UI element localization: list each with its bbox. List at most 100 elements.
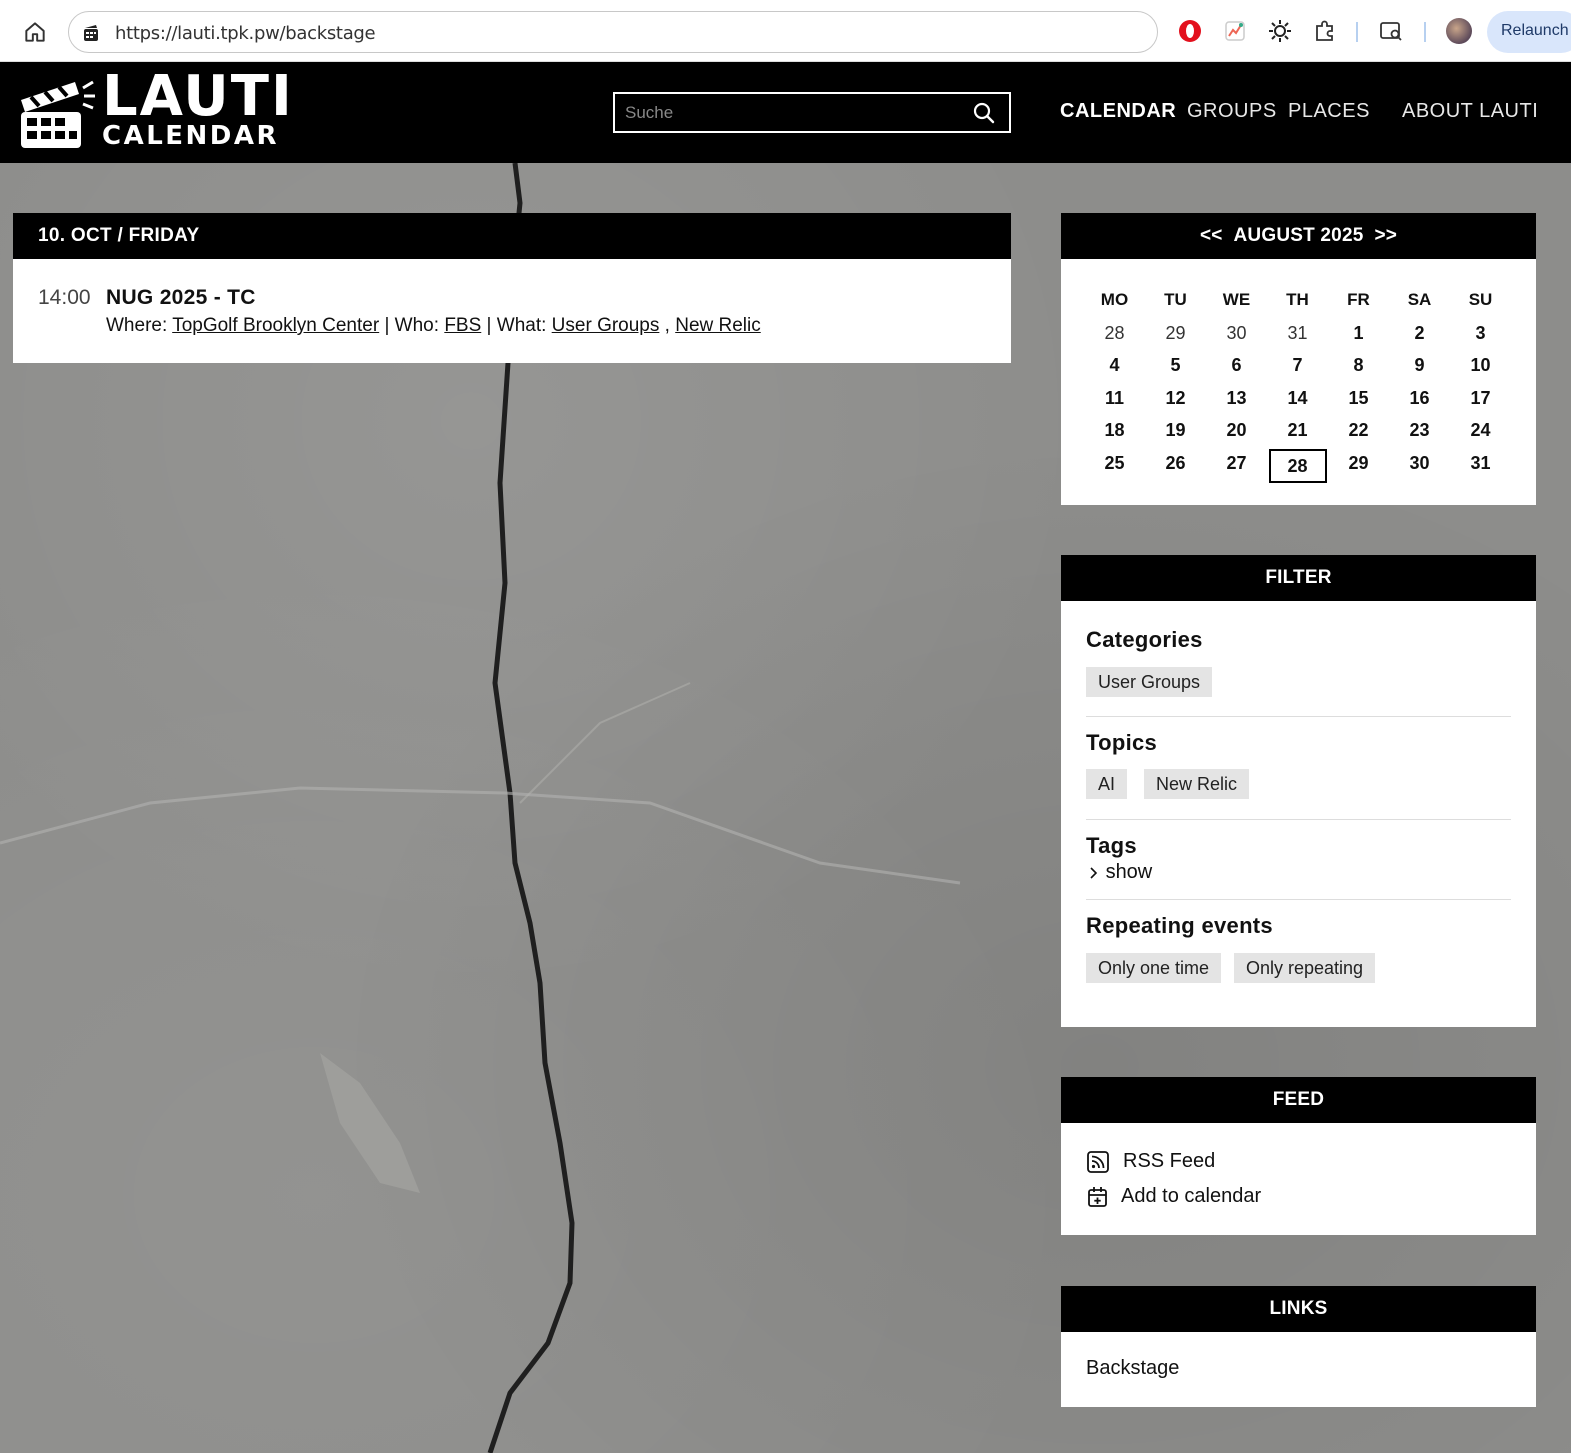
category-chip[interactable]: User Groups: [1086, 667, 1213, 697]
group-link[interactable]: FBS: [444, 315, 481, 336]
opera-extension-icon[interactable]: [1177, 18, 1203, 44]
calendar-logo-icon[interactable]: [17, 76, 97, 150]
nav-calendar[interactable]: CALENDAR: [1060, 100, 1176, 123]
weekday-label: WE: [1222, 290, 1251, 309]
calendar-week: 4 5 6 7 8 9 10: [1084, 350, 1512, 383]
address-bar[interactable]: https://lauti.tpk.pw/backstage: [68, 11, 1158, 53]
topic-chip[interactable]: New Relic: [1144, 769, 1250, 799]
event-meta: Where: TopGolf Brooklyn Center | Who: FB…: [106, 315, 761, 337]
filter-divider: [1086, 716, 1511, 717]
calendar-add-icon: [1088, 1187, 1107, 1207]
calendar-day[interactable]: 20: [1206, 415, 1267, 448]
calendar-day[interactable]: 30: [1389, 448, 1450, 481]
repeat-only-repeating-chip[interactable]: Only repeating: [1234, 953, 1376, 983]
place-link[interactable]: TopGolf Brooklyn Center: [172, 315, 379, 336]
nav-places[interactable]: PLACES: [1288, 100, 1370, 123]
toolbar-separator: [1356, 22, 1358, 42]
calendar-day[interactable]: 29: [1328, 448, 1389, 481]
tags-show-toggle[interactable]: show: [1088, 861, 1152, 884]
calendar-day[interactable]: 11: [1084, 383, 1145, 416]
relaunch-button[interactable]: Relaunch: [1487, 11, 1571, 53]
calendar-day[interactable]: 22: [1328, 415, 1389, 448]
home-icon[interactable]: [22, 19, 48, 45]
topic-chip[interactable]: AI: [1086, 769, 1128, 799]
weekday-label: TH: [1286, 290, 1309, 309]
extensions-puzzle-icon[interactable]: [1312, 18, 1338, 44]
calendar-day[interactable]: 2: [1389, 318, 1450, 351]
logo-subtitle[interactable]: CALENDAR: [102, 123, 279, 149]
categories-title: Categories: [1086, 627, 1203, 652]
calendar-day[interactable]: 12: [1145, 383, 1206, 416]
calendar-day[interactable]: 15: [1328, 383, 1389, 416]
calendar-day[interactable]: 3: [1450, 318, 1511, 351]
calendar-day[interactable]: 10: [1450, 350, 1511, 383]
calendar-day[interactable]: 13: [1206, 383, 1267, 416]
calendar-day[interactable]: 7: [1267, 350, 1328, 383]
calendar-day[interactable]: 27: [1206, 448, 1267, 481]
calendar-day[interactable]: 17: [1450, 383, 1511, 416]
feed-header: FEED: [1061, 1077, 1536, 1123]
topic-link[interactable]: New Relic: [675, 315, 761, 336]
calendar-day[interactable]: 14: [1267, 383, 1328, 416]
weekday-label: SA: [1407, 290, 1432, 309]
calendar-day[interactable]: 19: [1145, 415, 1206, 448]
calendar-day[interactable]: 31: [1267, 318, 1328, 351]
rss-feed-link[interactable]: RSS Feed: [1086, 1150, 1286, 1176]
calendar-day-today[interactable]: 28: [1267, 448, 1328, 483]
calendar-day[interactable]: 25: [1084, 448, 1145, 481]
feed-body: [1061, 1123, 1536, 1235]
chevron-right-icon: [1090, 867, 1098, 879]
calendar-day[interactable]: 29: [1145, 318, 1206, 351]
site-calendar-icon[interactable]: [81, 23, 101, 43]
calendar-day[interactable]: 1: [1328, 318, 1389, 351]
event-time: 14:00: [38, 286, 91, 309]
calendar-week: 11 12 13 14 15 16 17: [1084, 383, 1512, 416]
who-label: | Who:: [384, 315, 440, 336]
profile-avatar[interactable]: [1446, 18, 1472, 44]
sun-extension-icon[interactable]: [1267, 18, 1293, 44]
calendar-day[interactable]: 6: [1206, 350, 1267, 383]
category-link[interactable]: User Groups: [552, 315, 660, 336]
calendar-day[interactable]: 18: [1084, 415, 1145, 448]
event-title[interactable]: NUG 2025 - TC: [106, 286, 256, 310]
calendar-day[interactable]: 26: [1145, 448, 1206, 481]
url-text[interactable]: https://lauti.tpk.pw/backstage: [115, 23, 376, 44]
add-to-calendar-link[interactable]: Add to calendar: [1086, 1185, 1306, 1211]
tags-show-label[interactable]: show: [1106, 861, 1153, 883]
calendar-day[interactable]: 31: [1450, 448, 1511, 481]
calendar-week: 25 26 27 28 29 30 31: [1084, 448, 1512, 483]
calendar-day[interactable]: 5: [1145, 350, 1206, 383]
calendar-day[interactable]: 16: [1389, 383, 1450, 416]
backstage-link[interactable]: Backstage: [1086, 1357, 1179, 1380]
add-to-calendar-label[interactable]: Add to calendar: [1121, 1185, 1261, 1208]
search-input[interactable]: [615, 94, 955, 131]
next-month-button[interactable]: >>: [1374, 225, 1397, 246]
calendar-day[interactable]: 23: [1389, 415, 1450, 448]
nav-groups[interactable]: GROUPS: [1187, 100, 1277, 123]
repeating-title: Repeating events: [1086, 913, 1273, 938]
calendar-day[interactable]: 4: [1084, 350, 1145, 383]
calendar-grid: MO TU WE TH FR SA SU 28 29 30 31 1 2 3 4…: [1084, 285, 1512, 483]
search-box: [613, 92, 1011, 133]
toolbar-separator: [1424, 22, 1426, 42]
prev-month-button[interactable]: <<: [1200, 225, 1223, 246]
weekday-label: FR: [1347, 290, 1370, 309]
repeat-one-time-chip[interactable]: Only one time: [1086, 953, 1222, 983]
today-label[interactable]: 28: [1268, 448, 1327, 483]
what-label: | What:: [486, 315, 547, 336]
calendar-day[interactable]: 8: [1328, 350, 1389, 383]
calendar-day[interactable]: 21: [1267, 415, 1328, 448]
chart-extension-icon[interactable]: [1222, 18, 1248, 44]
rss-feed-label[interactable]: RSS Feed: [1123, 1150, 1215, 1173]
calendar-day[interactable]: 9: [1389, 350, 1450, 383]
calendar-day[interactable]: 24: [1450, 415, 1511, 448]
tab-search-icon[interactable]: [1378, 18, 1404, 44]
topics-title: Topics: [1086, 730, 1158, 755]
calendar-header: << AUGUST 2025 >>: [1061, 213, 1536, 259]
event-card[interactable]: 14:00 NUG 2025 - TC Where: TopGolf Brook…: [13, 259, 1011, 363]
logo-title[interactable]: LAUTI: [102, 69, 294, 125]
search-icon[interactable]: [973, 102, 995, 124]
calendar-day[interactable]: 28: [1084, 318, 1145, 351]
calendar-day[interactable]: 30: [1206, 318, 1267, 351]
nav-about[interactable]: ABOUT LAUTI: [1402, 100, 1538, 123]
